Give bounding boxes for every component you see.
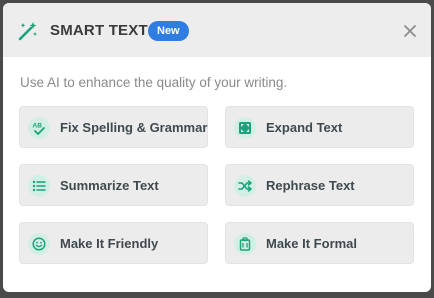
action-label: Fix Spelling & Grammar	[60, 120, 208, 135]
expand-text-button[interactable]: Expand Text	[225, 106, 414, 148]
expand-icon	[234, 117, 256, 139]
fix-spelling-grammar-button[interactable]: AB Fix Spelling & Grammar	[19, 106, 208, 148]
shuffle-icon	[234, 175, 256, 197]
make-it-friendly-button[interactable]: Make It Friendly	[19, 222, 208, 264]
magic-wand-icon	[18, 22, 37, 41]
action-label: Summarize Text	[60, 178, 159, 193]
smart-text-dialog: SMART TEXT New Use AI to enhance the qua…	[3, 3, 431, 292]
action-label: Make It Friendly	[60, 236, 159, 251]
close-icon[interactable]	[401, 22, 419, 40]
action-label: Expand Text	[266, 120, 343, 135]
new-badge: New	[148, 21, 189, 41]
dialog-description: Use AI to enhance the quality of your wr…	[20, 75, 288, 90]
action-label: Rephrase Text	[266, 178, 355, 193]
smiley-icon	[28, 233, 50, 255]
action-label: Make It Formal	[266, 236, 358, 251]
summarize-text-button[interactable]: Summarize Text	[19, 164, 208, 206]
dialog-title: SMART TEXT	[50, 22, 148, 39]
rephrase-text-button[interactable]: Rephrase Text	[225, 164, 414, 206]
svg-text:AB: AB	[33, 123, 43, 130]
make-it-formal-button[interactable]: Make It Formal	[225, 222, 414, 264]
briefcase-icon	[234, 233, 256, 255]
dialog-header: SMART TEXT New	[3, 3, 431, 57]
list-icon	[28, 175, 50, 197]
spellcheck-icon: AB	[28, 117, 50, 139]
